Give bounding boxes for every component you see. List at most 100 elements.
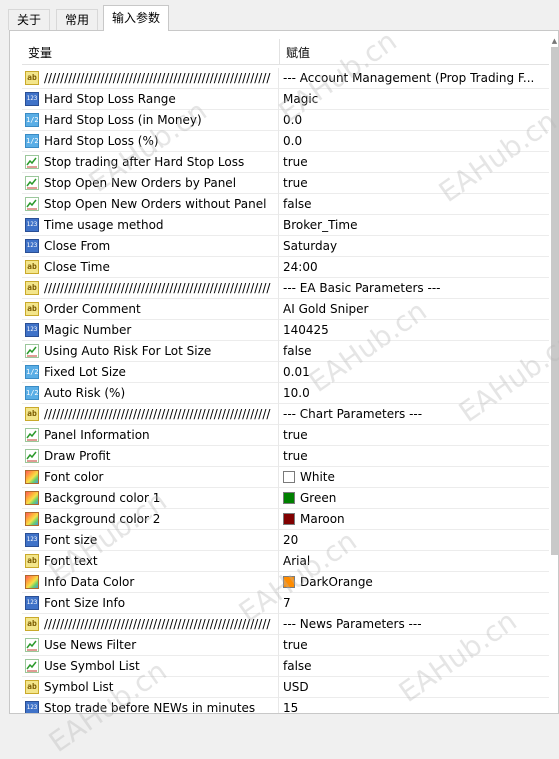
table-row[interactable]: ab Order Comment AI Gold Sniper bbox=[22, 299, 549, 320]
table-row[interactable]: 123 Stop trade before NEWs in minutes 15 bbox=[22, 698, 549, 713]
table-row[interactable]: ab //////////////////////////////////////… bbox=[22, 68, 549, 89]
table-row[interactable]: Using Auto Risk For Lot Size false bbox=[22, 341, 549, 362]
value-cell[interactable]: true bbox=[279, 425, 549, 446]
table-row[interactable]: ab //////////////////////////////////////… bbox=[22, 404, 549, 425]
value-cell[interactable]: 20 bbox=[279, 530, 549, 551]
variable-cell: Background color 1 bbox=[22, 488, 278, 509]
table-row[interactable]: 123 Font size 20 bbox=[22, 530, 549, 551]
parameter-value: 140425 bbox=[283, 323, 329, 337]
table-row[interactable]: 123 Time usage method Broker_Time bbox=[22, 215, 549, 236]
double-icon: 1/2 bbox=[25, 386, 39, 400]
table-row[interactable]: Use News Filter true bbox=[22, 635, 549, 656]
value-cell[interactable]: --- News Parameters --- bbox=[279, 614, 549, 635]
tab-inputs[interactable]: 输入参数 bbox=[103, 5, 169, 31]
variable-name: ////////////////////////////////////////… bbox=[44, 71, 271, 85]
table-row[interactable]: Background color 1 Green bbox=[22, 488, 549, 509]
variable-cell: 123 Time usage method bbox=[22, 215, 278, 236]
table-row[interactable]: 1/2 Hard Stop Loss (%) 0.0 bbox=[22, 131, 549, 152]
variable-name: Using Auto Risk For Lot Size bbox=[44, 344, 212, 358]
value-cell[interactable]: 0.0 bbox=[279, 110, 549, 131]
table-row[interactable]: Font color White bbox=[22, 467, 549, 488]
table-row[interactable]: 123 Hard Stop Loss Range Magic bbox=[22, 89, 549, 110]
value-cell[interactable]: 15 bbox=[279, 698, 549, 713]
color-swatch bbox=[283, 471, 295, 483]
table-row[interactable]: 1/2 Hard Stop Loss (in Money) 0.0 bbox=[22, 110, 549, 131]
parameters-grid: 变量 赋值 ab ////////////////////////////////… bbox=[22, 33, 549, 713]
parameter-value: --- Account Management (Prop Trading F..… bbox=[283, 71, 535, 85]
variable-name: Background color 1 bbox=[44, 491, 161, 505]
tab-common[interactable]: 常用 bbox=[56, 9, 98, 30]
variable-cell: 123 Close From bbox=[22, 236, 278, 257]
parameter-value: --- EA Basic Parameters --- bbox=[283, 281, 441, 295]
variable-cell: ab //////////////////////////////////////… bbox=[22, 404, 278, 425]
value-cell[interactable]: Arial bbox=[279, 551, 549, 572]
value-cell[interactable]: false bbox=[279, 341, 549, 362]
table-row[interactable]: 1/2 Auto Risk (%) 10.0 bbox=[22, 383, 549, 404]
value-cell[interactable]: --- Account Management (Prop Trading F..… bbox=[279, 68, 549, 89]
variable-cell: Stop Open New Orders by Panel bbox=[22, 173, 278, 194]
table-row[interactable]: Stop Open New Orders by Panel true bbox=[22, 173, 549, 194]
table-row[interactable]: ab //////////////////////////////////////… bbox=[22, 614, 549, 635]
table-row[interactable]: Draw Profit true bbox=[22, 446, 549, 467]
table-row[interactable]: 123 Font Size Info 7 bbox=[22, 593, 549, 614]
table-row[interactable]: Stop Open New Orders without Panel false bbox=[22, 194, 549, 215]
value-cell[interactable]: true bbox=[279, 173, 549, 194]
table-row[interactable]: ab //////////////////////////////////////… bbox=[22, 278, 549, 299]
variable-name: Info Data Color bbox=[44, 575, 135, 589]
variable-cell: 1/2 Hard Stop Loss (%) bbox=[22, 131, 278, 152]
inputs-panel: 变量 赋值 ab ////////////////////////////////… bbox=[9, 30, 559, 714]
table-row[interactable]: Stop trading after Hard Stop Loss true bbox=[22, 152, 549, 173]
value-cell[interactable]: Saturday bbox=[279, 236, 549, 257]
value-cell[interactable]: --- EA Basic Parameters --- bbox=[279, 278, 549, 299]
variable-name: Hard Stop Loss (in Money) bbox=[44, 113, 202, 127]
variable-cell: ab Symbol List bbox=[22, 677, 278, 698]
value-cell[interactable]: 140425 bbox=[279, 320, 549, 341]
parameter-value: 7 bbox=[283, 596, 291, 610]
table-row[interactable]: ab Symbol List USD bbox=[22, 677, 549, 698]
color-swatch bbox=[283, 513, 295, 525]
value-cell[interactable]: Broker_Time bbox=[279, 215, 549, 236]
variable-cell: 1/2 Fixed Lot Size bbox=[22, 362, 278, 383]
table-row[interactable]: 1/2 Fixed Lot Size 0.01 bbox=[22, 362, 549, 383]
table-row[interactable]: Use Symbol List false bbox=[22, 656, 549, 677]
value-cell[interactable]: AI Gold Sniper bbox=[279, 299, 549, 320]
value-cell[interactable]: 0.01 bbox=[279, 362, 549, 383]
scroll-up-arrow-icon[interactable]: ▲ bbox=[550, 37, 559, 45]
value-cell[interactable]: false bbox=[279, 194, 549, 215]
vertical-scrollbar[interactable]: ▲ bbox=[550, 37, 559, 707]
bool-icon bbox=[25, 428, 39, 442]
double-icon: 1/2 bbox=[25, 365, 39, 379]
tab-about[interactable]: 关于 bbox=[8, 9, 50, 30]
value-cell[interactable]: 24:00 bbox=[279, 257, 549, 278]
value-cell[interactable]: 0.0 bbox=[279, 131, 549, 152]
table-row[interactable]: Background color 2 Maroon bbox=[22, 509, 549, 530]
bool-icon bbox=[25, 638, 39, 652]
value-cell[interactable]: true bbox=[279, 152, 549, 173]
scrollbar-thumb[interactable] bbox=[551, 47, 558, 555]
table-row[interactable]: ab Close Time 24:00 bbox=[22, 257, 549, 278]
table-row[interactable]: ab Font text Arial bbox=[22, 551, 549, 572]
value-cell[interactable]: Magic bbox=[279, 89, 549, 110]
column-header-value[interactable]: 赋值 bbox=[280, 33, 546, 65]
table-row[interactable]: Panel Information true bbox=[22, 425, 549, 446]
integer-icon: 123 bbox=[25, 218, 39, 232]
value-cell[interactable]: 7 bbox=[279, 593, 549, 614]
value-cell[interactable]: Maroon bbox=[279, 509, 549, 530]
parameter-value: true bbox=[283, 155, 308, 169]
value-cell[interactable]: Green bbox=[279, 488, 549, 509]
table-row[interactable]: 123 Magic Number 140425 bbox=[22, 320, 549, 341]
value-cell[interactable]: true bbox=[279, 446, 549, 467]
value-cell[interactable]: 10.0 bbox=[279, 383, 549, 404]
value-cell[interactable]: true bbox=[279, 635, 549, 656]
bool-icon bbox=[25, 659, 39, 673]
value-cell[interactable]: USD bbox=[279, 677, 549, 698]
column-header-variable[interactable]: 变量 bbox=[22, 33, 278, 65]
variable-name: Time usage method bbox=[44, 218, 164, 232]
value-cell[interactable]: DarkOrange bbox=[279, 572, 549, 593]
value-cell[interactable]: --- Chart Parameters --- bbox=[279, 404, 549, 425]
table-row[interactable]: Info Data Color DarkOrange bbox=[22, 572, 549, 593]
grid-rows: ab //////////////////////////////////////… bbox=[22, 68, 549, 713]
value-cell[interactable]: false bbox=[279, 656, 549, 677]
value-cell[interactable]: White bbox=[279, 467, 549, 488]
table-row[interactable]: 123 Close From Saturday bbox=[22, 236, 549, 257]
